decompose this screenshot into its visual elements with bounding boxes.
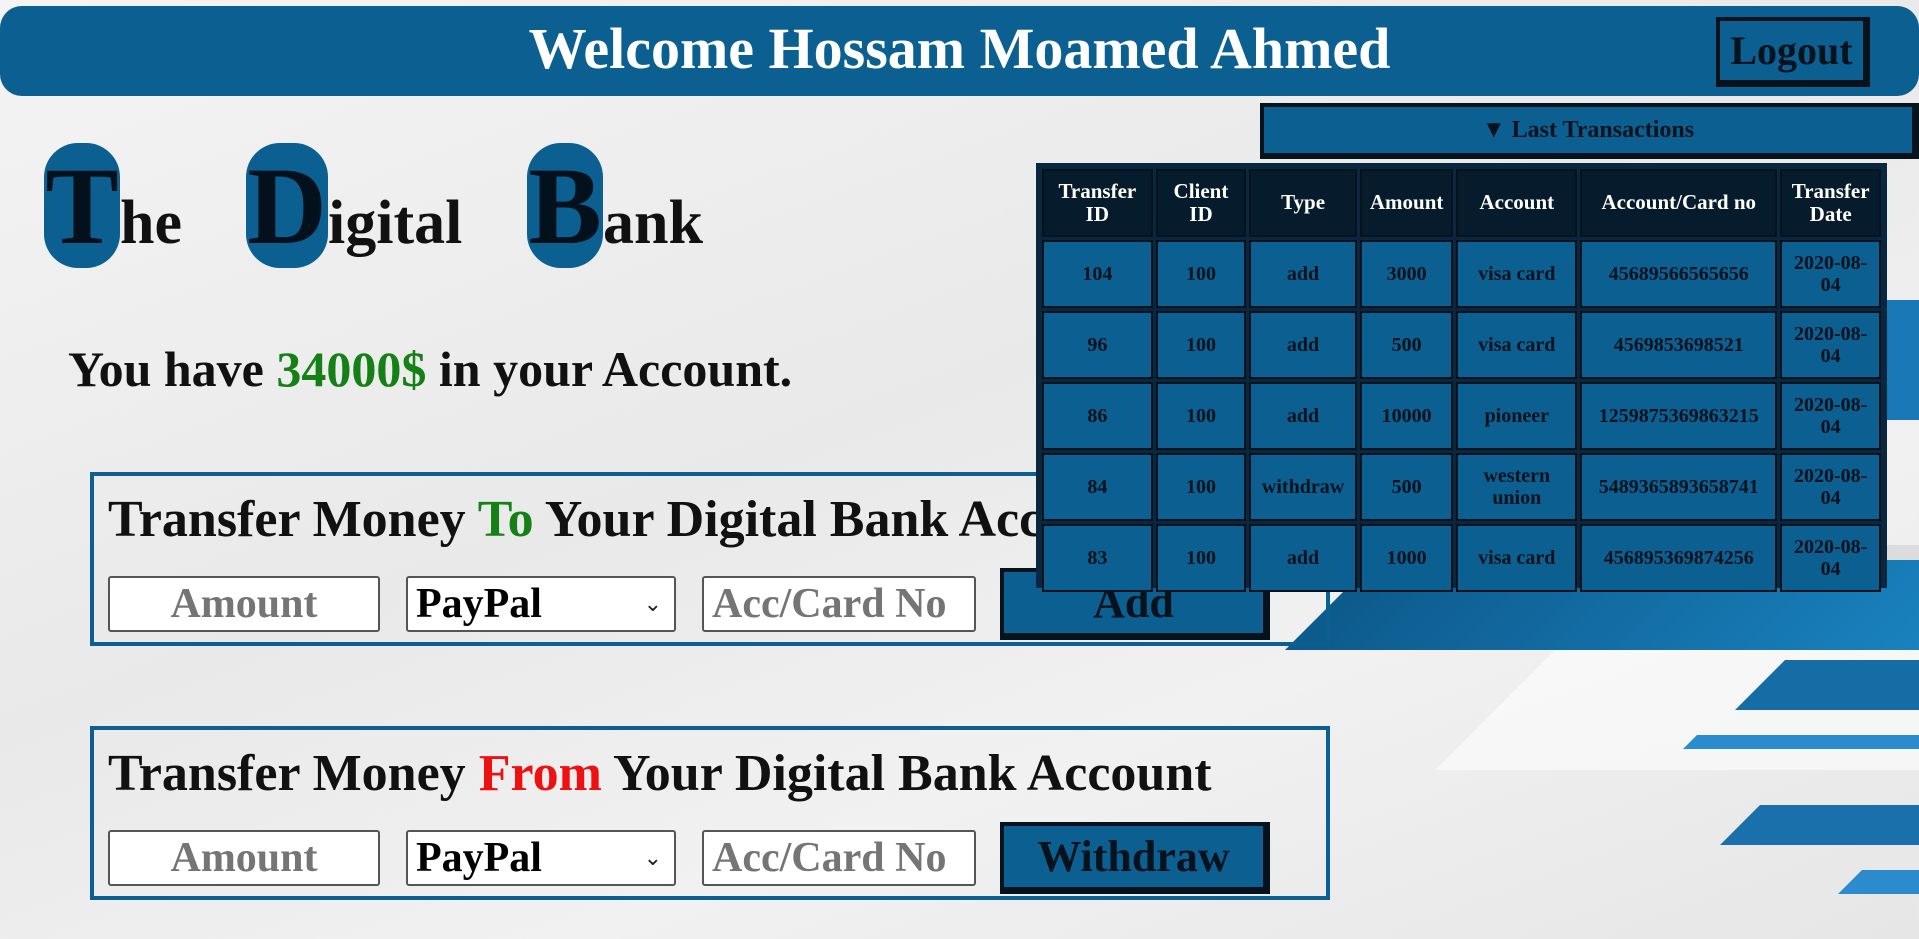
background-shape [1720,805,1919,845]
column-header: Amount [1359,169,1454,237]
background-shape [1683,735,1919,749]
table-row: 86 100 add 10000 pioneer 125987536986321… [1042,382,1881,450]
table-row: 84 100 withdraw 500 western union 548936… [1042,453,1881,521]
table-cell: 456895369874256 [1580,524,1778,592]
withdraw-title-pre: Transfer Money [108,745,466,802]
table-cell: 500 [1359,453,1454,521]
table-cell: visa card [1456,311,1578,379]
balance-suffix: in your Account. [438,341,793,397]
withdraw-panel: Transfer Money From Your Digital Bank Ac… [90,726,1330,900]
logout-button[interactable]: Logout [1716,17,1870,87]
table-cell: 86 [1042,382,1153,450]
chevron-down-icon: ⌄ [643,591,662,616]
table-cell: 2020-08-04 [1780,453,1881,521]
header-bar: Welcome Hossam Moamed Ahmed Logout [0,6,1919,96]
table-cell: pioneer [1456,382,1578,450]
background-shape [1435,600,1919,770]
deposit-title-key: To [477,491,534,548]
deposit-method-select[interactable]: PayPal ⌄ [406,576,676,632]
column-header: Transfer ID [1042,169,1153,237]
table-cell: 100 [1155,240,1247,308]
brand-word-rest: ank [603,189,703,257]
table-cell: withdraw [1249,453,1357,521]
table-cell: 104 [1042,240,1153,308]
table-cell: 2020-08-04 [1780,240,1881,308]
deposit-account-input[interactable] [702,576,976,632]
column-header: Transfer Date [1780,169,1881,237]
withdraw-method-select[interactable]: PayPal ⌄ [406,830,676,886]
withdraw-title-post: Your Digital Bank Account [613,745,1212,802]
table-cell: 100 [1155,453,1247,521]
table-cell: 2020-08-04 [1780,524,1881,592]
withdraw-method-value: PayPal [416,835,542,881]
chevron-down-icon: ⌄ [643,845,662,870]
column-header: Account/Card no [1580,169,1778,237]
brand-initial: B [527,143,603,268]
deposit-title-pre: Transfer Money [108,491,466,548]
background-shape [1838,870,1919,894]
table-cell: add [1249,240,1357,308]
table-cell: add [1249,382,1357,450]
brand-initial: D [246,143,328,268]
table-cell: 83 [1042,524,1153,592]
brand-word-the: T he [44,143,182,268]
balance-amount: 34000$ [276,341,427,397]
deposit-title: Transfer Money To Your Digital Bank Acco… [108,490,1143,549]
table-cell: 1259875369863215 [1580,382,1778,450]
withdraw-amount-input[interactable] [108,830,380,886]
table-cell: 100 [1155,524,1247,592]
brand-word-rest: igital [328,189,463,257]
table-header-row: Transfer ID Client ID Type Amount Accoun… [1042,169,1881,237]
brand-initial: T [44,143,120,268]
table-cell: visa card [1456,240,1578,308]
table-cell: 100 [1155,382,1247,450]
withdraw-title-key: From [478,745,602,802]
table-cell: 500 [1359,311,1454,379]
welcome-title: Welcome Hossam Moamed Ahmed [528,16,1391,81]
table-cell: 84 [1042,453,1153,521]
balance-prefix: You have [68,341,264,397]
table-cell: 2020-08-04 [1780,311,1881,379]
table-cell: 2020-08-04 [1780,382,1881,450]
brand-word-bank: B ank [527,143,703,268]
background-shape [1735,660,1919,710]
column-header: Account [1456,169,1578,237]
table-cell: 10000 [1359,382,1454,450]
transactions-table-container: Transfer ID Client ID Type Amount Accoun… [1036,163,1887,592]
table-row: 96 100 add 500 visa card 4569853698521 2… [1042,311,1881,379]
deposit-amount-input[interactable] [108,576,380,632]
table-cell: add [1249,311,1357,379]
transactions-table: Transfer ID Client ID Type Amount Accoun… [1039,166,1884,595]
table-cell: visa card [1456,524,1578,592]
table-row: 104 100 add 3000 visa card 4568956656565… [1042,240,1881,308]
withdraw-button[interactable]: Withdraw [1000,822,1270,894]
table-cell: 96 [1042,311,1153,379]
deposit-method-value: PayPal [416,581,542,627]
account-balance-text: You have 34000$ in your Account. [68,340,792,398]
table-cell: western union [1456,453,1578,521]
brand-word-rest: he [120,189,182,257]
table-cell: 100 [1155,311,1247,379]
table-cell: 5489365893658741 [1580,453,1778,521]
table-cell: 4569853698521 [1580,311,1778,379]
table-cell: 45689566565656 [1580,240,1778,308]
last-transactions-toggle[interactable]: ▼ Last Transactions [1260,103,1919,159]
table-cell: 1000 [1359,524,1454,592]
brand-word-digital: D igital [246,143,462,268]
column-header: Type [1249,169,1357,237]
table-cell: 3000 [1359,240,1454,308]
table-row: 83 100 add 1000 visa card 45689536987425… [1042,524,1881,592]
table-cell: add [1249,524,1357,592]
column-header: Client ID [1155,169,1247,237]
withdraw-account-input[interactable] [702,830,976,886]
withdraw-title: Transfer Money From Your Digital Bank Ac… [108,744,1212,803]
